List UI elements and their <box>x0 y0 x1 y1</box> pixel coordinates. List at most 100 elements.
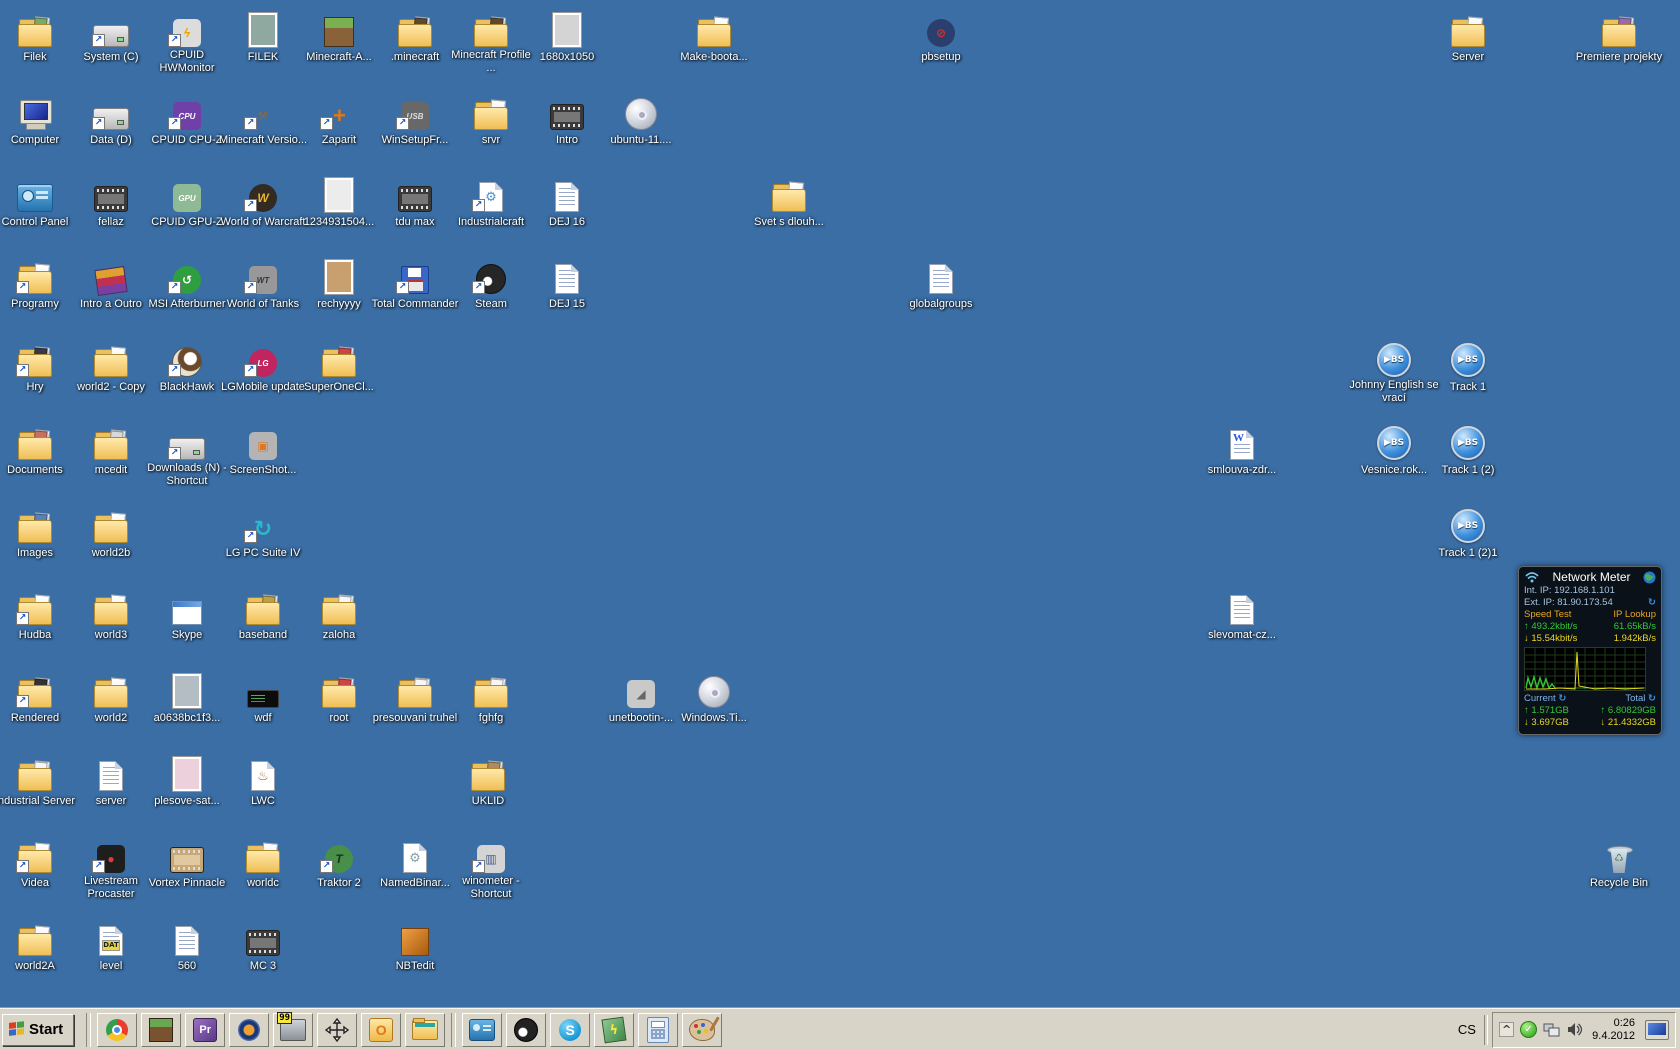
desktop-icon-svet-s-dlouh[interactable]: Svet s dlouh... <box>743 176 835 230</box>
network-meter-gadget[interactable]: Network Meter Int. IP: 192.168.1.101 Ext… <box>1518 566 1662 735</box>
shortcut-arrow-icon: ↗ <box>92 860 105 873</box>
wifi-icon <box>1524 571 1540 583</box>
app-icon: ↺↗ <box>165 258 209 294</box>
refresh-current-icon[interactable]: ↻ <box>1558 693 1566 704</box>
speed-test-link[interactable]: Speed Test <box>1524 609 1571 621</box>
comp-icon <box>13 94 57 130</box>
premiere-quicklaunch-button[interactable]: Pr <box>185 1013 225 1047</box>
desktop-icon-smlouva-zdr[interactable]: W smlouva-zdr... <box>1196 424 1288 478</box>
refresh-total-icon[interactable]: ↻ <box>1648 693 1656 704</box>
desktop-icon-nbtedit[interactable]: NBTedit <box>369 920 461 974</box>
download-speed: 15.54kbit/s <box>1531 633 1577 644</box>
desktop-icon-dej-16[interactable]: DEJ 16 <box>521 176 613 230</box>
skype-quicklaunch-button[interactable]: S <box>550 1013 590 1047</box>
desktop-icon-mc-3[interactable]: MC 3 <box>217 920 309 974</box>
desktop-icon-world2b[interactable]: world2b <box>65 507 157 561</box>
upload-speed: 493.2kbit/s <box>1531 621 1577 632</box>
minecraft-icon <box>149 1018 173 1042</box>
desktop-icon-fghfg[interactable]: fghfg <box>445 672 537 726</box>
icon-label: BlackHawk <box>160 381 214 394</box>
desktop-icon-premiere-projekty[interactable]: Premiere projekty <box>1573 11 1665 65</box>
cpanel-icon <box>13 176 57 212</box>
outlook-quicklaunch-button[interactable]: O <box>361 1013 401 1047</box>
pic-icon <box>165 755 209 791</box>
gpuz-quicklaunch-button[interactable]: ϟ <box>594 1013 634 1047</box>
desktop-icon-server[interactable]: Server <box>1422 11 1514 65</box>
desktop-icon-track-1-2-1[interactable]: ▶BS Track 1 (2)1 <box>1422 507 1514 561</box>
film-icon <box>393 176 437 212</box>
skype-status-icon[interactable]: ✓ <box>1520 1021 1537 1038</box>
filemanager-quicklaunch-button[interactable] <box>405 1013 445 1047</box>
icon-label: baseband <box>239 629 287 642</box>
desktop-icon-zaloha[interactable]: zaloha <box>293 589 385 643</box>
move-tool-quicklaunch-button[interactable] <box>317 1013 357 1047</box>
tray-clock[interactable]: 0:26 9.4.2012 <box>1588 1017 1639 1043</box>
audacity-quicklaunch-button[interactable] <box>229 1013 269 1047</box>
current-upload-total: 1.571GB <box>1531 705 1569 716</box>
globe-icon[interactable] <box>1643 571 1656 584</box>
audacity-icon <box>238 1019 260 1041</box>
app-icon: W↗ <box>241 176 285 212</box>
refresh-ip-icon[interactable]: ↻ <box>1648 597 1656 609</box>
ip-lookup-link[interactable]: IP Lookup <box>1613 609 1656 621</box>
icon-label: Intro a Outro <box>80 298 142 311</box>
app-icon: ▣ <box>241 424 285 460</box>
minecraft-quicklaunch-button[interactable] <box>141 1013 181 1047</box>
icon-label: Windows.Ti... <box>681 712 747 725</box>
icon-label: unetbootin-... <box>609 712 673 725</box>
calculator-quicklaunch-button[interactable] <box>638 1013 678 1047</box>
desktop-icon-1680x1050[interactable]: 1680x1050 <box>521 11 613 65</box>
icon-label: Industrialcraft <box>458 216 524 229</box>
page-icon <box>545 176 589 212</box>
steam-icon: ↗ <box>469 258 513 294</box>
calculator-icon <box>647 1017 669 1043</box>
display-quicklaunch-button[interactable] <box>462 1013 502 1047</box>
shortcut-arrow-icon: ↗ <box>244 117 257 130</box>
desktop-icon-winometer-shortcut[interactable]: ▥↗ winometer - Shortcut <box>445 837 537 902</box>
folder-icon <box>13 507 57 543</box>
word-icon: W <box>1220 424 1264 460</box>
steam-quicklaunch-button[interactable] <box>506 1013 546 1047</box>
icon-label: world2 - Copy <box>77 381 145 394</box>
folder-icon <box>393 672 437 708</box>
bs-icon: ▶BS <box>1372 341 1416 377</box>
desktop-icon-ubuntu-11[interactable]: ubuntu-11.... <box>595 94 687 148</box>
desktop-icon-windows-ti[interactable]: Windows.Ti... <box>668 672 760 726</box>
desktop-icon-make-boota[interactable]: Make-boota... <box>668 11 760 65</box>
quick-launch-bar: Pr 99 O S ϟ <box>95 1013 724 1047</box>
start-button[interactable]: Start <box>2 1014 74 1046</box>
desktop-icon-superonecl[interactable]: SuperOneCl... <box>293 341 385 395</box>
disc-icon <box>619 94 663 130</box>
pic-icon <box>165 672 209 708</box>
desktop-icon-track-1-2[interactable]: ▶BS Track 1 (2) <box>1422 424 1514 478</box>
desktop-icon-lg-pc-suite-iv[interactable]: ↻↗ LG PC Suite IV <box>217 507 309 561</box>
paint-quicklaunch-button[interactable] <box>682 1013 722 1047</box>
network-tray-icon[interactable] <box>1543 1023 1560 1037</box>
volume-tray-icon[interactable] <box>1566 1022 1582 1037</box>
tray-chevron-icon[interactable]: ^ <box>1499 1022 1514 1037</box>
desktop-icon-recycle-bin[interactable]: ♺ Recycle Bin <box>1573 837 1665 891</box>
hwmonitor-quicklaunch-button[interactable]: 99 <box>273 1013 313 1047</box>
desktop-icon-screenshot[interactable]: ▣ ScreenShot... <box>217 424 309 478</box>
desktop-icon-slevomat-cz[interactable]: slevomat-cz... <box>1196 589 1288 643</box>
chrome-quicklaunch-button[interactable] <box>97 1013 137 1047</box>
desktop-icon-lwc[interactable]: ♨ LWC <box>217 755 309 809</box>
icon-label: a0638bc1f3... <box>154 712 221 725</box>
app-icon: ◢ <box>619 672 663 708</box>
language-indicator[interactable]: CS <box>1450 1022 1484 1037</box>
app-icon: ϟ↗ <box>165 11 209 47</box>
eagle-icon: ↗ <box>165 341 209 377</box>
app-icon: ⊘ <box>919 11 963 47</box>
film-icon <box>545 94 589 130</box>
icon-label: System (C) <box>84 51 139 64</box>
desktop-icon-dej-15[interactable]: DEJ 15 <box>521 258 613 312</box>
desktop-icon-track-1[interactable]: ▶BS Track 1 <box>1422 341 1514 395</box>
show-desktop-icon[interactable] <box>1645 1020 1669 1040</box>
shortcut-arrow-icon: ↗ <box>168 281 181 294</box>
shortcut-arrow-icon: ↗ <box>92 117 105 130</box>
icon-label: CPUID CPU-Z <box>152 134 223 147</box>
shortcut-arrow-icon: ↗ <box>16 281 29 294</box>
desktop-icon-globalgroups[interactable]: globalgroups <box>895 258 987 312</box>
desktop-icon-pbsetup[interactable]: ⊘ pbsetup <box>895 11 987 65</box>
desktop-icon-uklid[interactable]: UKLID <box>442 755 534 809</box>
